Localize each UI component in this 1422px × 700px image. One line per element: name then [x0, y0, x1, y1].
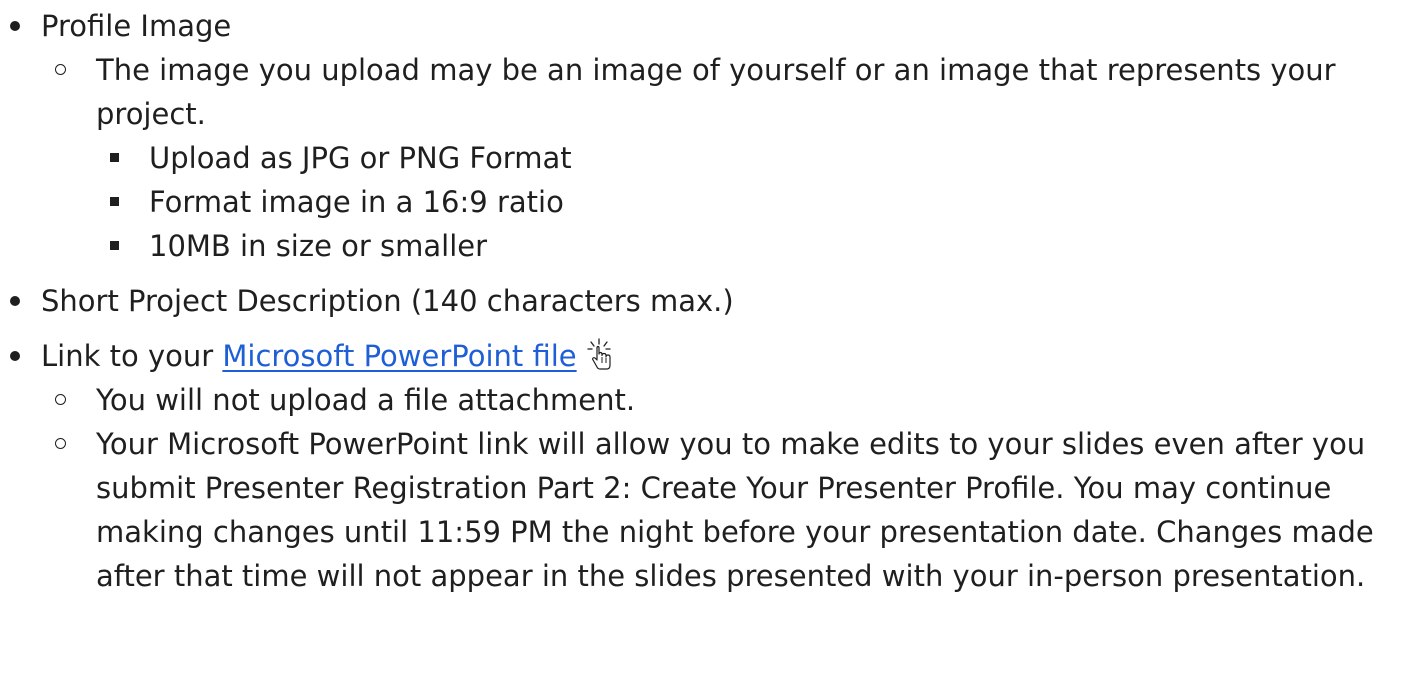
list-item-ratio: Format image in a 16:9 ratio [110, 180, 1422, 224]
hollow-circle-bullet-icon [55, 394, 66, 405]
powerpoint-sublist: You will not upload a file attachment. Y… [55, 378, 1422, 598]
list-item-label: Profile Image [41, 9, 232, 43]
square-bullet-icon [110, 197, 119, 206]
list-item-profile-image: Profile Image The image you upload may b… [0, 4, 1422, 268]
hollow-circle-bullet-icon [55, 64, 66, 75]
hollow-circle-bullet-icon [55, 438, 66, 449]
square-bullet-icon [110, 241, 119, 250]
image-format-sublist: Upload as JPG or PNG Format Format image… [110, 136, 1422, 268]
requirements-list: Profile Image The image you upload may b… [0, 4, 1422, 598]
list-item-label: Upload as JPG or PNG Format [149, 141, 572, 175]
list-item-no-attachment: You will not upload a file attachment. [55, 378, 1422, 422]
list-item-label: The image you upload may be an image of … [96, 53, 1336, 131]
square-bullet-icon [110, 153, 119, 162]
list-item-label-prefix: Link to your [41, 339, 223, 373]
powerpoint-file-link[interactable]: Microsoft PowerPoint file [222, 339, 576, 373]
list-item-size: 10MB in size or smaller [110, 224, 1422, 268]
list-item-image-description: The image you upload may be an image of … [55, 48, 1422, 268]
filled-circle-bullet-icon [10, 296, 20, 306]
list-item-label: 10MB in size or smaller [149, 229, 488, 263]
list-item-label: You will not upload a file attachment. [96, 383, 636, 417]
profile-image-sublist: The image you upload may be an image of … [55, 48, 1422, 268]
filled-circle-bullet-icon [10, 21, 20, 31]
list-item-label: Format image in a 16:9 ratio [149, 185, 564, 219]
list-item-powerpoint-link: Link to your Microsoft PowerPoint file Y… [0, 334, 1422, 598]
list-item-label: Your Microsoft PowerPoint link will allo… [96, 427, 1374, 593]
list-item-label: Short Project Description (140 character… [41, 284, 734, 318]
hand-pointer-click-icon [585, 338, 617, 372]
list-item-format: Upload as JPG or PNG Format [110, 136, 1422, 180]
list-item-edit-window: Your Microsoft PowerPoint link will allo… [55, 422, 1422, 598]
filled-circle-bullet-icon [10, 351, 20, 361]
list-item-short-description: Short Project Description (140 character… [0, 279, 1422, 323]
document-page: Profile Image The image you upload may b… [0, 0, 1422, 700]
